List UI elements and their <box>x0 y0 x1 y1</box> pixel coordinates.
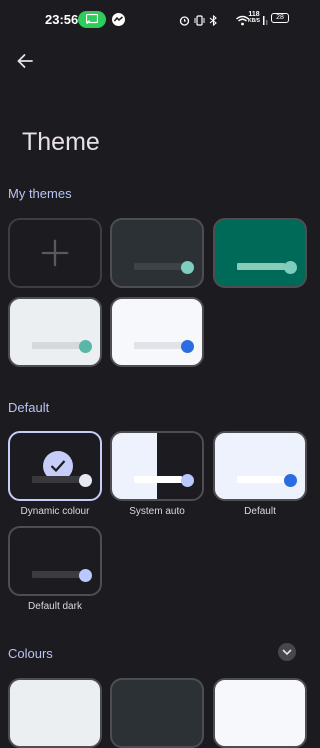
theme-color-dot <box>79 340 92 353</box>
battery-icon: 28 <box>271 13 289 23</box>
theme-color-dot <box>79 569 92 582</box>
theme-preview-bar <box>237 263 285 270</box>
screen-cast-icon <box>78 11 106 28</box>
status-bar: 23:56 118 KB/S 28 <box>0 0 315 40</box>
theme-color-dot <box>284 261 297 274</box>
vibrate-icon <box>194 13 205 31</box>
expand-colours-button[interactable] <box>278 643 296 661</box>
theme-color-dot <box>181 340 194 353</box>
theme-color-dot <box>181 261 194 274</box>
caption-default: Default <box>244 506 276 517</box>
theme-tile-dynamic-colour[interactable] <box>8 431 102 501</box>
theme-tile-custom-4[interactable] <box>110 297 204 367</box>
plus-icon <box>41 239 69 267</box>
caption-dynamic-colour: Dynamic colour <box>20 506 90 517</box>
bluetooth-icon <box>209 13 218 31</box>
chevron-down-icon <box>282 649 292 656</box>
caption-default-dark: Default dark <box>28 601 82 612</box>
section-my-themes: My themes <box>8 186 72 201</box>
theme-tile-custom-2[interactable] <box>213 218 307 288</box>
theme-color-dot <box>284 474 297 487</box>
theme-color-dot <box>181 474 194 487</box>
messenger-icon <box>112 13 125 26</box>
network-speed: 118 KB/S <box>248 11 260 24</box>
theme-tile-default-dark[interactable] <box>8 526 102 596</box>
signal-icon <box>262 13 268 31</box>
colour-tile-1[interactable] <box>8 678 102 748</box>
theme-preview-bar <box>237 476 285 483</box>
section-default: Default <box>8 400 50 415</box>
page-title: Theme <box>22 128 100 156</box>
colour-tile-2[interactable] <box>110 678 204 748</box>
theme-preview-bar <box>134 263 182 270</box>
add-theme-button[interactable] <box>8 218 102 288</box>
theme-tile-custom-3[interactable] <box>8 297 102 367</box>
colour-tile-3[interactable] <box>213 678 307 748</box>
theme-preview-bar <box>134 476 182 483</box>
alarm-icon <box>179 13 190 31</box>
status-time: 23:56 <box>45 12 79 27</box>
section-colours: Colours <box>8 646 53 661</box>
theme-preview-bar <box>32 476 80 483</box>
caption-system-auto: System auto <box>129 506 185 517</box>
back-button[interactable] <box>14 50 36 72</box>
theme-preview-bar <box>134 342 182 349</box>
theme-preview-bar <box>32 571 80 578</box>
theme-tile-default[interactable] <box>213 431 307 501</box>
arrow-back-icon <box>17 54 33 68</box>
wifi-icon <box>236 13 249 31</box>
theme-color-dot <box>79 474 92 487</box>
theme-tile-custom-1[interactable] <box>110 218 204 288</box>
theme-tile-system-auto[interactable] <box>110 431 204 501</box>
theme-preview-bar <box>32 342 80 349</box>
